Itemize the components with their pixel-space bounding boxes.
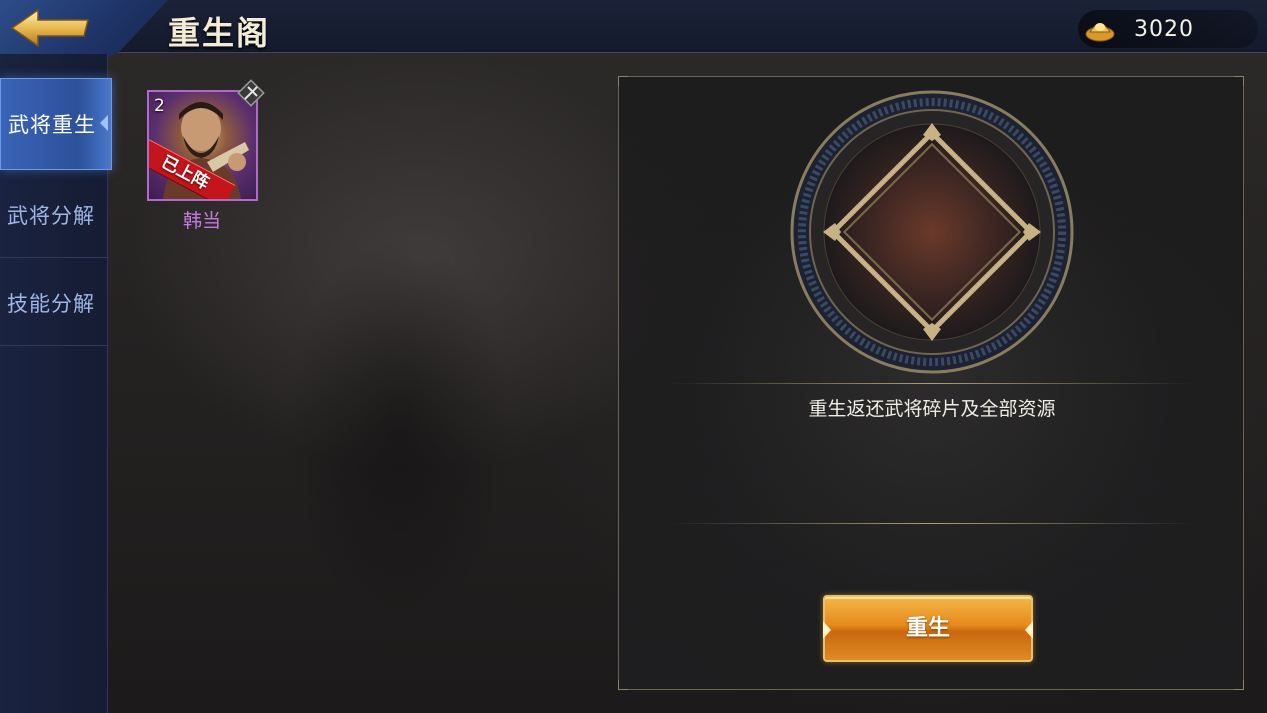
back-button[interactable] [0, 0, 168, 62]
panel-corner [1234, 680, 1244, 690]
rebirth-button[interactable]: 重生 [823, 595, 1033, 662]
currency-value: 3020 [1134, 17, 1194, 42]
sidebar-item-label: 武将重生 [8, 113, 96, 137]
panel-corner [618, 680, 628, 690]
sidebar-item-label: 技能分解 [7, 292, 95, 316]
hero-name: 韩当 [182, 210, 221, 232]
hero-slot-emblem[interactable] [789, 89, 1075, 375]
rebirth-button-label: 重生 [905, 616, 950, 641]
gold-ingot-icon [1085, 23, 1115, 42]
back-arrow-icon [10, 8, 89, 48]
sidebar-item-hero-decompose[interactable]: 武将分解 [0, 170, 108, 258]
sidebar-item-label: 武将分解 [7, 204, 95, 228]
sidebar-item-skill-decompose[interactable]: 技能分解 [0, 258, 108, 346]
divider [669, 383, 1195, 384]
page-title: 重生阁 [168, 14, 271, 52]
rebirth-description: 重生返还武将碎片及全部资源 [808, 398, 1056, 420]
sidebar-item-hero-rebirth[interactable]: 武将重生 [0, 78, 112, 170]
top-bar: 重生阁 3020 [0, 0, 1267, 62]
currency-display: 3020 [1078, 10, 1258, 48]
panel-corner [1234, 76, 1244, 86]
hero-level: 2 [154, 96, 165, 116]
divider [669, 523, 1195, 524]
weapon-type-icon [237, 79, 265, 107]
background-silhouette [240, 150, 600, 670]
panel-corner [618, 76, 628, 86]
rebirth-panel: 重生返还武将碎片及全部资源 重生 [618, 76, 1244, 690]
chevron-left-icon [100, 115, 108, 131]
